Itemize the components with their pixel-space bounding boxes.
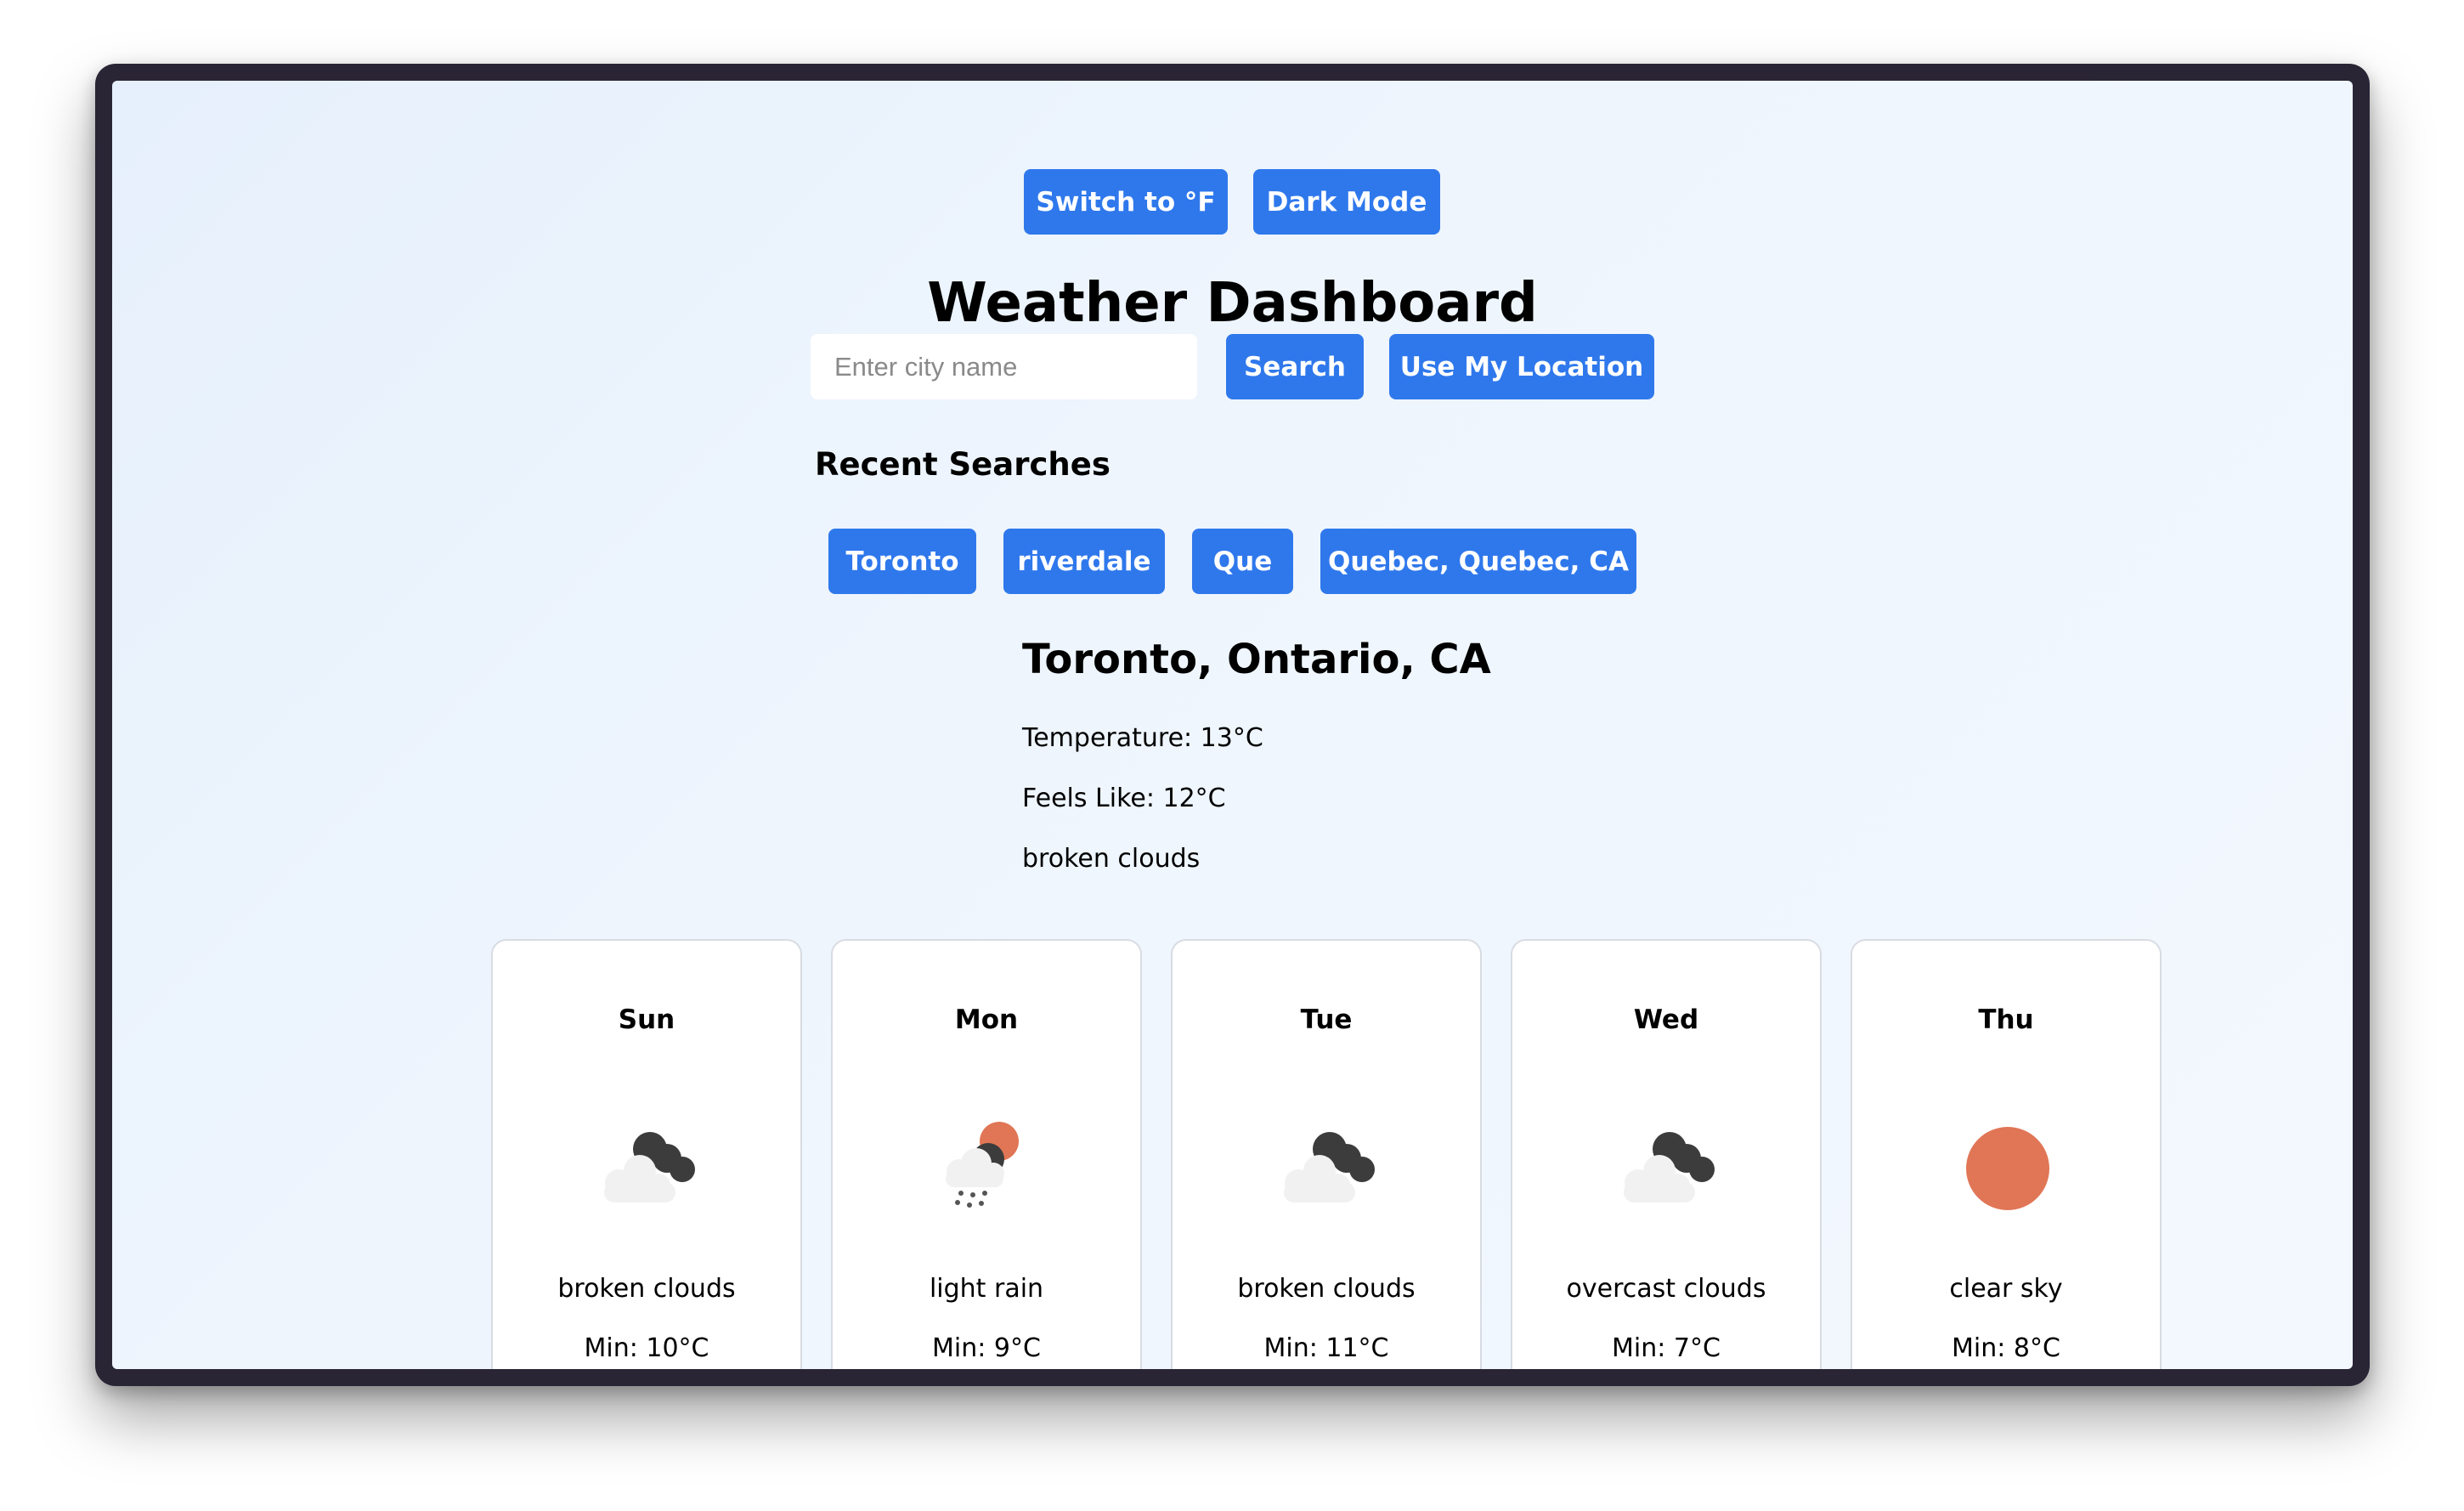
current-temperature: Temperature: 13°C xyxy=(1022,723,1263,753)
recent-search-chip[interactable]: Quebec, Quebec, CA xyxy=(1320,529,1636,594)
recent-search-chip[interactable]: Que xyxy=(1192,529,1293,594)
use-my-location-button[interactable]: Use My Location xyxy=(1389,334,1654,399)
current-location: Toronto, Ontario, CA xyxy=(1022,636,1491,683)
forecast-card: Wed overcast clouds Min: 7°C xyxy=(1511,939,1822,1369)
forecast-day: Mon xyxy=(954,1005,1019,1035)
forecast-card: Thu clear sky Min: 8°C xyxy=(1851,939,2162,1369)
forecast-description: overcast clouds xyxy=(1566,1274,1766,1304)
overcast-clouds-icon xyxy=(1624,1132,1715,1203)
forecast-min-temp: Min: 9°C xyxy=(932,1333,1041,1363)
broken-clouds-icon xyxy=(1284,1132,1375,1203)
forecast-day: Tue xyxy=(1300,1005,1353,1035)
forecast-day: Sun xyxy=(618,1005,675,1035)
forecast-card: Mon light rain Min: 9°C xyxy=(831,939,1142,1369)
broken-clouds-icon xyxy=(604,1132,695,1203)
search-button[interactable]: Search xyxy=(1226,334,1364,399)
forecast-description: broken clouds xyxy=(1237,1274,1416,1304)
forecast-min-temp: Min: 10°C xyxy=(584,1333,709,1363)
app-window: Switch to °F Dark Mode Weather Dashboard… xyxy=(112,81,2353,1369)
clear-sky-icon xyxy=(1966,1127,2049,1210)
forecast-min-temp: Min: 8°C xyxy=(1952,1333,2060,1363)
page-title: Weather Dashboard xyxy=(927,272,1538,335)
recent-searches-heading: Recent Searches xyxy=(815,446,1110,483)
forecast-card: Sun broken clouds Min: 10°C xyxy=(491,939,802,1369)
recent-search-chip[interactable]: riverdale xyxy=(1003,529,1165,594)
dark-mode-button[interactable]: Dark Mode xyxy=(1253,169,1440,235)
forecast-min-temp: Min: 7°C xyxy=(1612,1333,1721,1363)
forecast-card: Tue broken clouds Min: 11°C xyxy=(1171,939,1482,1369)
city-search-input[interactable] xyxy=(811,334,1197,399)
forecast-min-temp: Min: 11°C xyxy=(1263,1333,1389,1363)
forecast-day: Thu xyxy=(1978,1005,2034,1035)
recent-search-chip[interactable]: Toronto xyxy=(828,529,976,594)
forecast-description: clear sky xyxy=(1949,1274,2063,1304)
forecast-description: broken clouds xyxy=(557,1274,736,1304)
forecast-day: Wed xyxy=(1633,1005,1699,1035)
forecast-description: light rain xyxy=(929,1274,1044,1304)
screenshot-stage: Switch to °F Dark Mode Weather Dashboard… xyxy=(0,0,2464,1511)
current-feels-like: Feels Like: 12°C xyxy=(1022,784,1226,813)
current-description: broken clouds xyxy=(1022,844,1201,874)
device-frame: Switch to °F Dark Mode Weather Dashboard… xyxy=(95,64,2370,1386)
light-rain-icon xyxy=(946,1122,1019,1208)
unit-toggle-button[interactable]: Switch to °F xyxy=(1024,169,1228,235)
